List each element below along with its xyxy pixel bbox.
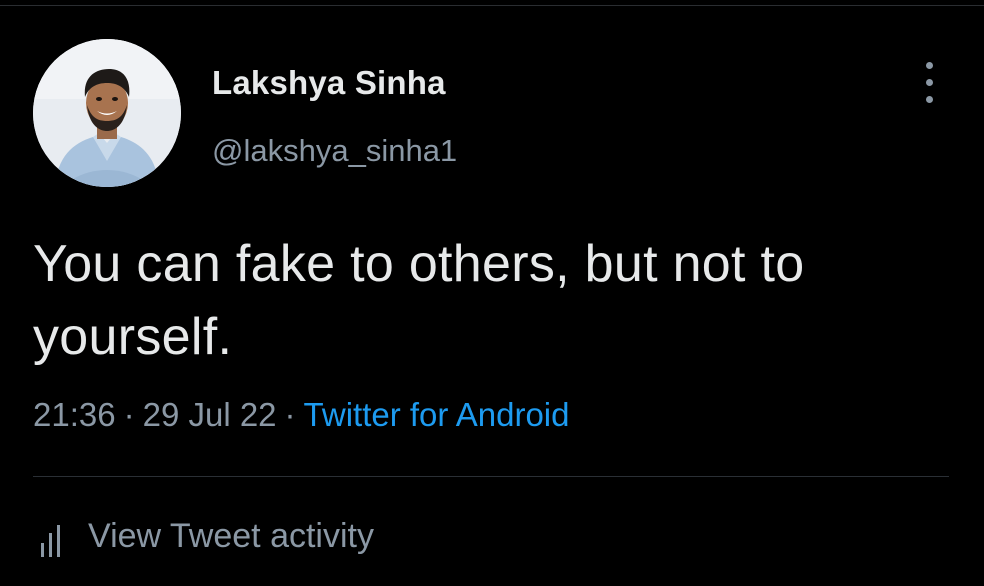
- user-handle[interactable]: @lakshya_sinha1: [212, 133, 457, 169]
- meta-separator: ·: [284, 396, 296, 433]
- tweet-date[interactable]: 29 Jul 22: [143, 396, 277, 433]
- vertical-ellipsis-icon: [926, 62, 933, 69]
- avatar[interactable]: [33, 39, 181, 187]
- divider: [33, 476, 949, 477]
- tweet-card: Lakshya Sinha @lakshya_sinha1 You can fa…: [0, 0, 984, 586]
- vertical-ellipsis-icon: [926, 96, 933, 103]
- tweet-meta: 21:36 · 29 Jul 22 · Twitter for Android: [33, 396, 569, 434]
- vertical-ellipsis-icon: [926, 79, 933, 86]
- profile-photo: [33, 39, 181, 187]
- tweet-source-link[interactable]: Twitter for Android: [304, 396, 570, 433]
- view-tweet-activity-label: View Tweet activity: [88, 517, 374, 555]
- bar-chart-icon: [41, 525, 60, 557]
- more-options-button[interactable]: [912, 62, 948, 104]
- display-name[interactable]: Lakshya Sinha: [212, 64, 446, 102]
- meta-separator: ·: [123, 396, 135, 433]
- tweet-time[interactable]: 21:36: [33, 396, 116, 433]
- tweet-text: You can fake to others, but not to yours…: [33, 235, 805, 366]
